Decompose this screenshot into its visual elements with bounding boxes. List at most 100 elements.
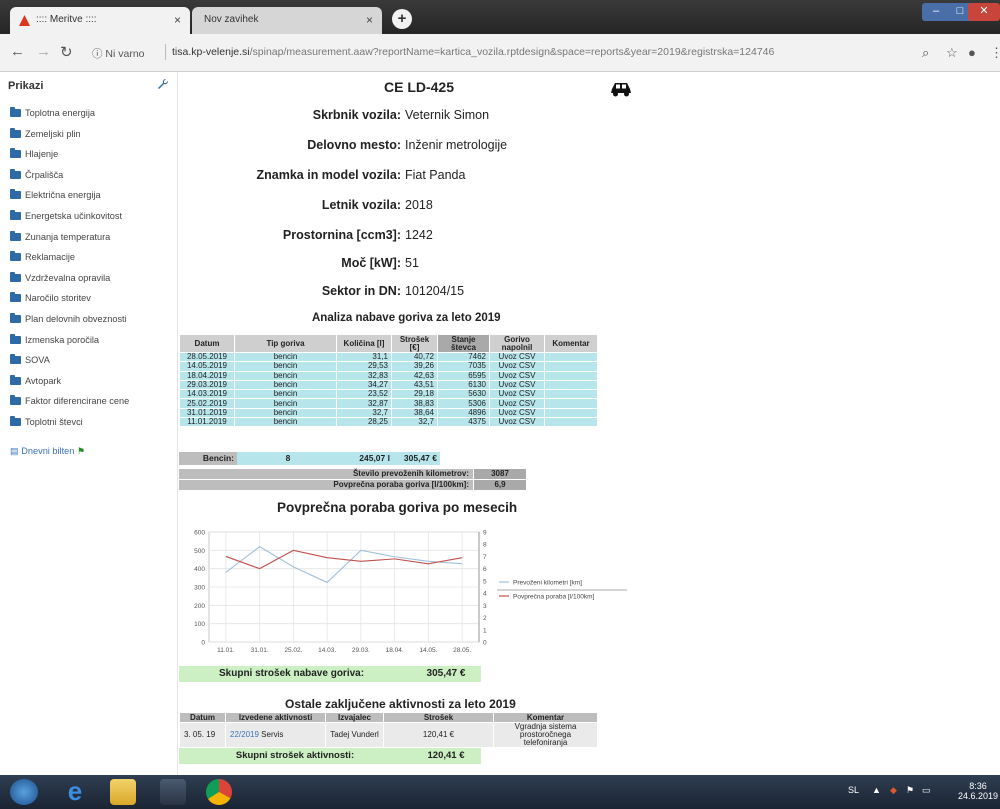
sidebar-item-hlajenje[interactable]: Hlajenje xyxy=(10,148,58,165)
total-fuel-value: 305,47 € xyxy=(411,666,481,682)
security-indicator[interactable]: ⓘ Ni varno xyxy=(92,46,145,61)
bookmark-star-icon[interactable]: ☆ xyxy=(946,45,958,61)
clock[interactable]: 8:36 24.6.2019 xyxy=(958,781,998,801)
col-tip-goriva[interactable]: Tip goriva xyxy=(234,334,337,353)
tray-arrow-icon[interactable]: ▲ xyxy=(872,785,881,795)
x-tick-label: 14.03. xyxy=(318,647,336,654)
y-tick-label-left: 0 xyxy=(201,640,205,647)
col-izvajalec[interactable]: Izvajalec xyxy=(325,712,384,723)
flag-icon[interactable]: ⚑ xyxy=(906,785,914,796)
y-tick-label-left: 600 xyxy=(194,530,205,537)
sidebar-item-label: Črpališča xyxy=(25,169,64,180)
wrench-icon[interactable] xyxy=(157,78,169,90)
fuel-summary-count: 8 xyxy=(237,452,339,465)
vehicle-field-value: Fiat Panda xyxy=(405,168,466,182)
y-tick-label-left: 100 xyxy=(194,621,205,628)
start-button[interactable] xyxy=(10,779,38,805)
fuel-table-header: Datum Tip goriva Količina [l] Strošek [€… xyxy=(179,334,598,353)
col-kolicina[interactable]: Količina [l] xyxy=(336,334,392,353)
vehicle-field-label: Skrbnik vozila: xyxy=(312,108,401,122)
col-strosek[interactable]: Strošek xyxy=(383,712,494,723)
sidebar-item-faktor-diferencirane-cene[interactable]: Faktor diferencirane cene xyxy=(10,395,130,412)
activity-cell: 22/2019 Servis xyxy=(225,722,326,748)
vehicle-field-label: Prostornina [ccm3]: xyxy=(282,228,401,242)
km-label: Število prevoženih kilometrov: xyxy=(179,469,473,479)
table-cell: 5306 xyxy=(437,398,490,409)
url-field[interactable]: ⓘ Ni varno tisa.kp-velenje.si/spinap/mea… xyxy=(92,40,952,66)
vehicle-field-value: 1242 xyxy=(405,228,433,242)
sidebar-item-label: Toplotni števci xyxy=(25,417,83,427)
sidebar-item-zunanja-temperatura[interactable]: Zunanja temperatura xyxy=(10,230,110,248)
x-tick-label: 18.04. xyxy=(386,647,404,654)
back-icon[interactable]: ← xyxy=(10,43,25,60)
tab-label: :::: Meritve :::: xyxy=(36,14,97,25)
close-tab-icon[interactable]: × xyxy=(174,13,181,27)
tab-meritve[interactable]: :::: Meritve :::: × xyxy=(10,7,190,34)
close-window-button[interactable]: ✕ xyxy=(968,3,1000,21)
folder-icon xyxy=(10,148,21,159)
table-cell: 6130 xyxy=(437,379,490,391)
col-strosek[interactable]: Strošek [€] xyxy=(391,334,438,353)
col-datum[interactable]: Datum xyxy=(179,334,235,353)
sidebar-item-izmenska-poro-ila[interactable]: Izmenska poročila xyxy=(10,333,99,351)
col-datum[interactable]: Datum xyxy=(179,712,226,723)
vehicle-field: Prostornina [ccm3]: 1242 xyxy=(179,228,754,242)
close-tab-icon[interactable]: × xyxy=(366,13,373,27)
sidebar-item-energetska-u-inkovitost[interactable]: Energetska učinkovitost xyxy=(10,210,122,227)
sidebar-item-zemeljski-plin[interactable]: Zemeljski plin xyxy=(10,127,81,145)
col-komentar[interactable]: Komentar xyxy=(544,334,598,353)
folder-icon xyxy=(10,292,21,303)
activity-link[interactable]: 22/2019 xyxy=(230,730,259,739)
sidebar-item--rpali-a[interactable]: Črpališča xyxy=(10,168,64,186)
table-cell: Uvoz CSV xyxy=(489,407,545,419)
vehicle-field-value: Inženir metrologije xyxy=(405,138,508,152)
vehicle-field-label: Delovno mesto: xyxy=(307,138,401,152)
internet-explorer-icon[interactable]: e xyxy=(62,778,88,805)
sidebar-item-label: Faktor diferencirane cene xyxy=(25,396,130,407)
display-icon[interactable]: ▭ xyxy=(922,785,931,796)
profile-icon[interactable]: ● xyxy=(968,45,976,60)
tab-new[interactable]: Nov zavihek × xyxy=(192,7,382,34)
sidebar-item-label: Plan delovnih obveznosti xyxy=(25,314,127,324)
y-tick-label-right: 0 xyxy=(483,640,487,647)
network-icon[interactable]: ◆ xyxy=(890,785,897,796)
url-path: /spinap/measurement.aaw?reportName=karti… xyxy=(249,46,775,58)
menu-icon[interactable]: ⋮ xyxy=(990,45,1000,61)
zoom-icon[interactable]: ⌕ xyxy=(922,45,929,61)
sidebar-item-toplotna-energija[interactable]: Toplotna energija xyxy=(10,107,95,124)
col-komentar[interactable]: Komentar xyxy=(493,712,598,723)
vehicle-field-label: Letnik vozila: xyxy=(321,198,401,212)
sidebar-item-vzdr-evalna-opravila[interactable]: Vzdrževalna opravila xyxy=(10,271,110,289)
sidebar-item-elektri-na-energija[interactable]: Električna energija xyxy=(10,189,101,206)
new-tab-button[interactable]: + xyxy=(392,9,412,29)
sidebar-item-sova[interactable]: SOVA xyxy=(10,354,50,371)
col-stanje-stevca[interactable]: Stanje števca xyxy=(437,334,490,353)
vehicle-field: Sektor in DN: 101204/15 xyxy=(179,284,754,298)
col-izvedene-aktivnosti[interactable]: Izvedene aktivnosti xyxy=(225,712,326,723)
folder-icon xyxy=(10,127,21,138)
media-player-icon[interactable] xyxy=(160,779,186,805)
sidebar-item-dnevni-bilten[interactable]: ▤ Dnevni bilten ⚑ xyxy=(10,446,85,462)
reload-icon[interactable]: ↻ xyxy=(60,43,73,61)
x-tick-label: 31.01. xyxy=(251,647,269,654)
table-row: 31.01.2019 bencin 32,7 38,64 4896 Uvoz CSV xyxy=(179,407,598,419)
chart-title: Povprečna poraba goriva po mesecih xyxy=(277,500,518,515)
y-tick-label-right: 6 xyxy=(483,566,487,573)
sidebar-item-avtopark[interactable]: Avtopark xyxy=(10,374,61,392)
fuel-summary-qty: 245,07 l xyxy=(339,452,394,465)
sidebar-item-naro-ilo-storitev[interactable]: Naročilo storitev xyxy=(10,292,91,309)
legend-label: Povprečna poraba [l/100km] xyxy=(513,594,594,601)
sidebar-item-reklamacije[interactable]: Reklamacije xyxy=(10,251,75,268)
table-cell: bencin xyxy=(234,398,337,409)
windows-taskbar: e SL ▲ ◆ ⚑ ▭ 8:36 24.6.2019 xyxy=(0,775,1000,809)
sidebar-item-toplotni-tevci[interactable]: Toplotni števci xyxy=(10,416,83,433)
table-cell xyxy=(544,351,598,363)
forward-icon[interactable]: → xyxy=(36,43,51,60)
language-indicator[interactable]: SL xyxy=(848,785,859,795)
document-icon: ▤ xyxy=(10,446,19,456)
file-explorer-icon[interactable] xyxy=(110,779,136,805)
sidebar-item-plan-delovnih-obveznosti[interactable]: Plan delovnih obveznosti xyxy=(10,313,127,330)
table-cell: bencin xyxy=(234,370,337,381)
col-gorivo-napolnil[interactable]: Gorivo napolnil xyxy=(489,334,545,353)
chrome-icon[interactable] xyxy=(206,779,232,805)
